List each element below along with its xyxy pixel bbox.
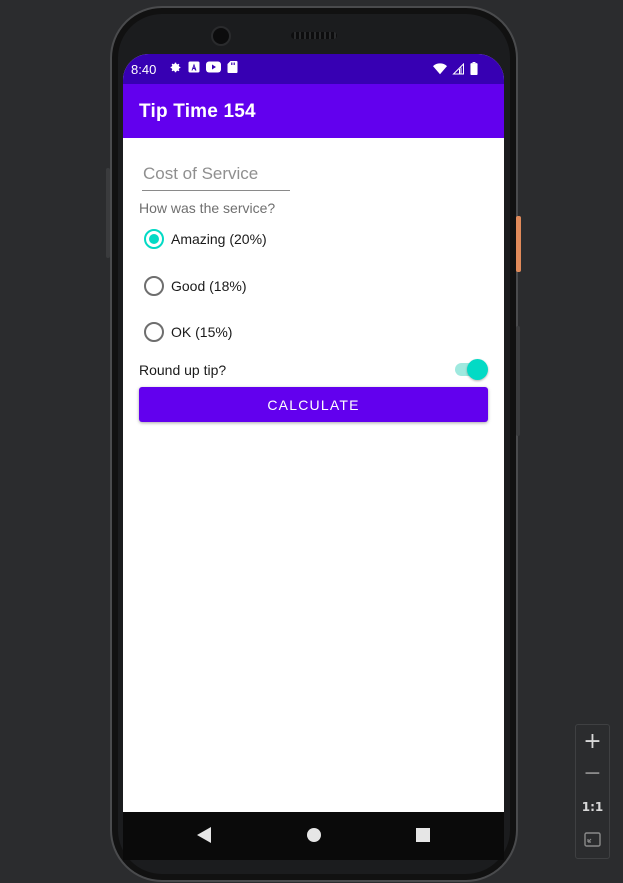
app-screen: 8:40 Tip Time 154 How was the service? A… <box>123 54 504 860</box>
service-question: How was the service? <box>139 200 276 216</box>
radio-button-unchecked-icon[interactable] <box>144 322 164 342</box>
back-icon[interactable] <box>196 826 212 844</box>
battery-icon <box>470 62 478 75</box>
status-right-icons <box>433 62 478 75</box>
recents-icon[interactable] <box>416 828 430 842</box>
cell-signal-icon <box>452 62 464 74</box>
radio-option-amazing[interactable]: Amazing (20%) <box>144 228 267 250</box>
radio-label-good: Good (18%) <box>171 278 247 294</box>
round-up-tip-label: Round up tip? <box>139 362 227 378</box>
sd-card-icon <box>227 61 238 73</box>
actual-size-button[interactable]: 1:1 <box>576 800 609 814</box>
round-up-tip-switch[interactable] <box>453 358 488 380</box>
a-badge-icon <box>188 61 200 73</box>
radio-button-checked-icon[interactable] <box>144 229 164 249</box>
radio-button-unchecked-icon[interactable] <box>144 276 164 296</box>
cost-of-service-field[interactable] <box>142 164 291 191</box>
zoom-out-button[interactable]: − <box>576 761 609 786</box>
status-left-icons <box>169 61 238 74</box>
calculate-button[interactable]: CALCULATE <box>139 387 488 422</box>
zoom-in-button[interactable]: + <box>576 729 609 754</box>
radio-option-ok[interactable]: OK (15%) <box>144 321 232 343</box>
radio-option-good[interactable]: Good (18%) <box>144 275 246 297</box>
fit-screen-icon[interactable] <box>584 832 601 847</box>
gear-icon <box>170 62 181 73</box>
wifi-icon <box>433 62 447 74</box>
cost-of-service-input[interactable] <box>142 164 291 184</box>
home-icon[interactable] <box>306 827 322 843</box>
power-button[interactable] <box>516 216 521 272</box>
app-bar: Tip Time 154 <box>123 84 504 138</box>
emulator-zoom-panel: + − 1:1 <box>575 724 610 859</box>
radio-label-ok: OK (15%) <box>171 324 233 340</box>
youtube-icon <box>206 61 221 73</box>
radio-label-amazing: Amazing (20%) <box>171 231 267 247</box>
status-time: 8:40 <box>131 62 157 77</box>
earpiece-speaker <box>291 32 337 39</box>
status-bar: 8:40 <box>123 54 504 84</box>
app-title: Tip Time 154 <box>139 101 256 122</box>
navigation-bar <box>123 812 504 860</box>
switch-thumb[interactable] <box>467 359 488 380</box>
front-camera <box>211 26 231 46</box>
volume-button[interactable] <box>516 326 520 436</box>
